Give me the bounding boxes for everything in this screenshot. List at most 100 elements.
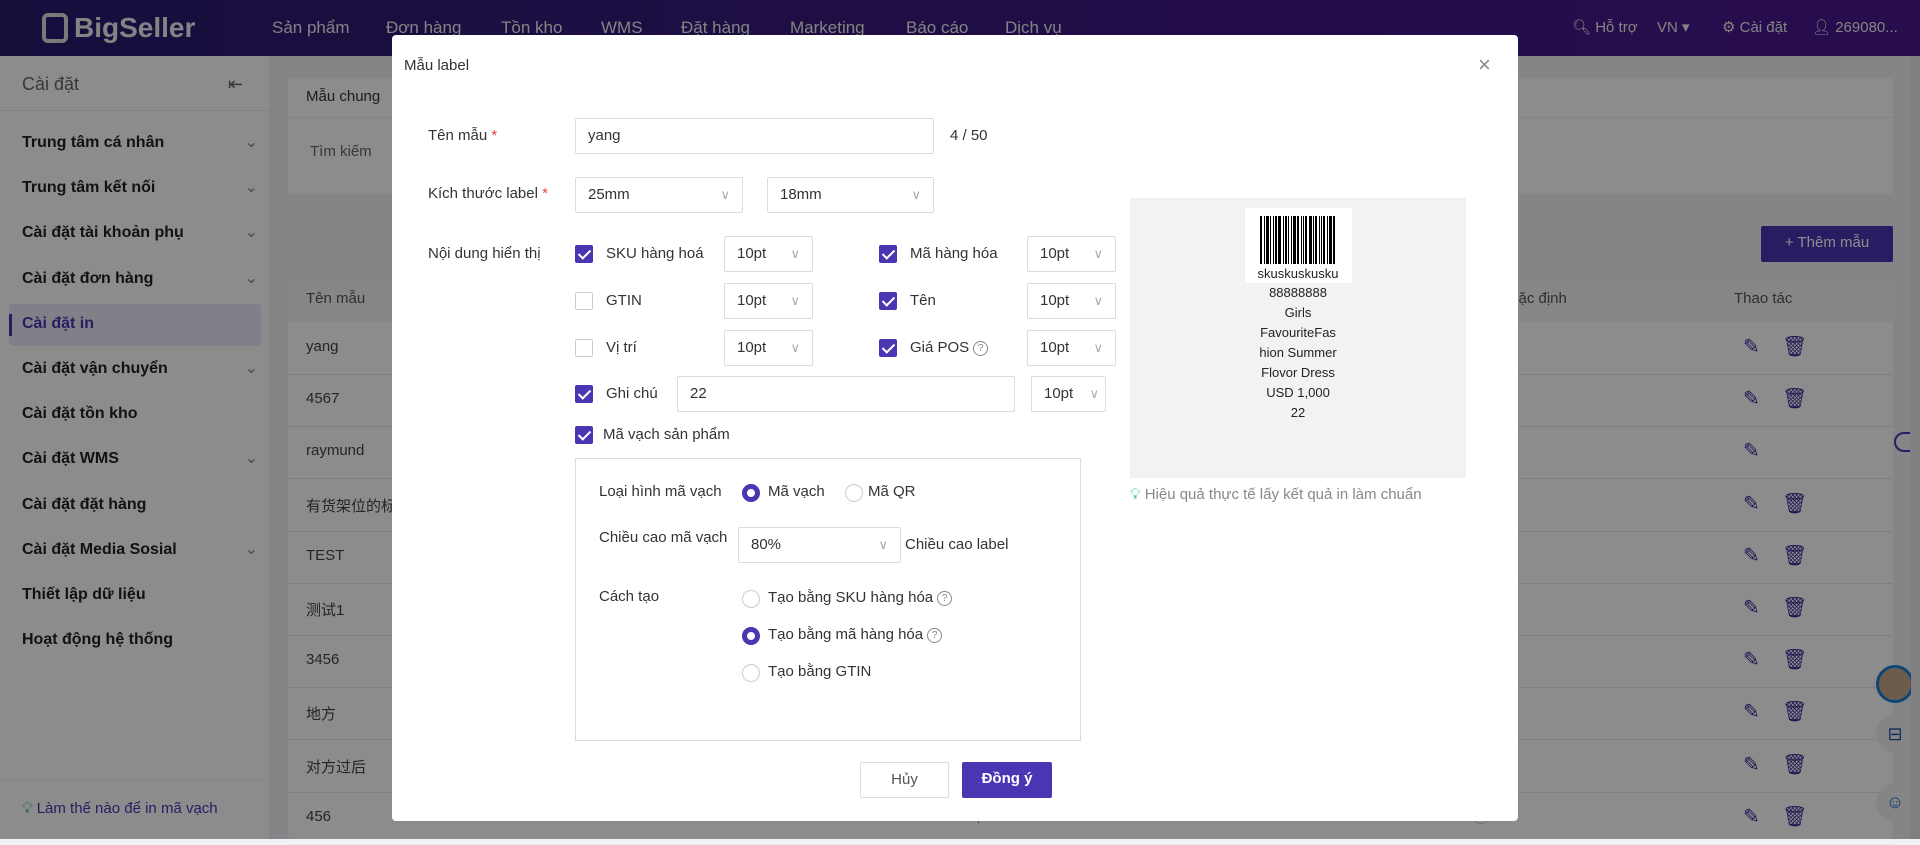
barcode-bar xyxy=(1300,216,1302,264)
field-size-select[interactable]: 10pt ∨ xyxy=(724,283,813,319)
barcode-bar xyxy=(1259,216,1262,264)
create-option-gtin[interactable]: Tạo bằng GTIN xyxy=(768,663,871,680)
field-label-text: Tên xyxy=(910,292,936,309)
create-option-sku[interactable]: Tạo bằng SKU hàng hóa? xyxy=(768,589,953,606)
create-radio-sku[interactable] xyxy=(742,590,760,608)
chevron-down-icon: ∨ xyxy=(1089,386,1099,401)
barcode-bar xyxy=(1318,216,1320,264)
barcode-bar xyxy=(1326,216,1328,264)
preview-price: USD 1,000 xyxy=(1266,385,1330,400)
name-char-count: 4 / 50 xyxy=(950,127,988,144)
field-checkbox[interactable] xyxy=(575,245,593,263)
create-radio-gtin[interactable] xyxy=(742,664,760,682)
size-label-text: Kích thước label xyxy=(428,185,538,202)
create-option-product-code[interactable]: Tạo bằng mã hàng hóa? xyxy=(768,626,943,643)
create-option-sku-text: Tạo bằng SKU hàng hóa xyxy=(768,589,934,606)
preview-hint-text: Hiệu quả thực tế lấy kết quả in làm chuẩ… xyxy=(1144,486,1422,503)
help-icon[interactable]: ? xyxy=(973,341,989,356)
barcode-height-value: 80% xyxy=(751,536,782,553)
barcode-type-radio-barcode[interactable] xyxy=(742,484,760,502)
barcode-bar xyxy=(1284,216,1287,264)
field-size-select[interactable]: 10pt ∨ xyxy=(724,330,813,366)
barcode-bar xyxy=(1263,216,1265,264)
field-size-select[interactable]: 10pt ∨ xyxy=(724,236,813,272)
barcode-bar xyxy=(1302,216,1304,264)
barcode-height-suffix: Chiều cao label xyxy=(905,536,1009,553)
barcode-bar xyxy=(1320,216,1322,264)
dialog-title: Mẫu label xyxy=(404,57,470,74)
note-input[interactable]: 22 xyxy=(677,376,1015,412)
field-checkbox[interactable] xyxy=(879,292,897,310)
field-size-value: 10pt xyxy=(737,292,767,309)
barcode-type-option-barcode[interactable]: Mã vạch xyxy=(768,483,825,500)
field-size-select[interactable]: 10pt ∨ xyxy=(1027,283,1116,319)
product-barcode-checkbox[interactable] xyxy=(575,426,593,444)
barcode-bar xyxy=(1274,216,1277,264)
field-checkbox[interactable] xyxy=(575,339,593,357)
barcode-bar xyxy=(1292,216,1296,264)
barcode-type-label: Loại hình mã vạch xyxy=(599,483,722,500)
field-size-value: 10pt xyxy=(1040,292,1070,309)
chevron-down-icon: ∨ xyxy=(790,340,800,355)
preview-name-line: hion Summer xyxy=(1259,345,1337,360)
barcode-height-select[interactable]: 80% ∨ xyxy=(738,527,901,563)
barcode-bar xyxy=(1269,216,1271,264)
note-label: Ghi chú xyxy=(606,385,658,402)
create-method-label: Cách tạo xyxy=(599,588,660,605)
content-label: Nội dung hiển thị xyxy=(428,245,541,262)
field-size-select[interactable]: 10pt ∨ xyxy=(1027,236,1116,272)
barcode-bar xyxy=(1322,216,1325,264)
note-size-select[interactable]: 10pt ∨ xyxy=(1031,376,1106,412)
field-label-text: Vị trí xyxy=(606,339,637,356)
field-label: SKU hàng hoá xyxy=(606,245,704,262)
field-checkbox[interactable] xyxy=(879,245,897,263)
field-label-text: Giá POS xyxy=(910,339,970,356)
barcode-bar xyxy=(1296,216,1299,264)
create-option-code-text: Tạo bằng mã hàng hóa xyxy=(768,626,924,643)
chevron-down-icon: ∨ xyxy=(790,246,800,261)
preview-name-line: Girls xyxy=(1284,305,1312,320)
field-size-value: 10pt xyxy=(737,339,767,356)
close-icon[interactable]: × xyxy=(1478,52,1491,78)
chevron-down-icon: ∨ xyxy=(878,537,888,552)
barcode-bar xyxy=(1312,216,1314,264)
name-label: Tên mẫu * xyxy=(428,127,498,144)
field-label-text: SKU hàng hoá xyxy=(606,245,704,262)
barcode-type-option-qr[interactable]: Mã QR xyxy=(868,483,916,500)
barcode-type-radio-qr[interactable] xyxy=(845,484,863,502)
chevron-down-icon: ∨ xyxy=(720,187,730,202)
field-label: Tên xyxy=(910,292,936,309)
field-size-select[interactable]: 10pt ∨ xyxy=(1027,330,1116,366)
field-checkbox[interactable] xyxy=(879,339,897,357)
field-label: Vị trí xyxy=(606,339,637,356)
template-name-input[interactable]: yang xyxy=(575,118,934,154)
confirm-button[interactable]: Đồng ý xyxy=(962,762,1052,798)
help-icon[interactable]: ? xyxy=(927,628,943,643)
barcode-image xyxy=(1251,216,1346,264)
chevron-down-icon: ∨ xyxy=(911,187,921,202)
label-height-select[interactable]: 18mm ∨ xyxy=(767,177,934,213)
barcode-bar xyxy=(1328,216,1332,264)
help-icon[interactable]: ? xyxy=(937,591,953,606)
label-width-select[interactable]: 25mm ∨ xyxy=(575,177,743,213)
chevron-down-icon: ∨ xyxy=(1093,246,1103,261)
cancel-button[interactable]: Hủy xyxy=(860,762,949,798)
field-label-text: GTIN xyxy=(606,292,642,309)
lightbulb-icon: 💡︎ xyxy=(1130,486,1141,503)
create-radio-product-code[interactable] xyxy=(742,627,760,645)
note-checkbox[interactable] xyxy=(575,385,593,403)
barcode-bar xyxy=(1277,216,1281,264)
name-label-text: Tên mẫu xyxy=(428,127,488,144)
field-size-value: 10pt xyxy=(1040,245,1070,262)
field-checkbox[interactable] xyxy=(575,292,593,310)
field-label: Mã hàng hóa xyxy=(910,245,998,262)
barcode-bar xyxy=(1282,216,1284,264)
field-size-value: 10pt xyxy=(1040,339,1070,356)
barcode-bar xyxy=(1304,216,1307,264)
barcode-bar xyxy=(1290,216,1292,264)
barcode-bar xyxy=(1308,216,1312,264)
chevron-down-icon: ∨ xyxy=(1093,340,1103,355)
label-preview: skuskuskusku 88888888 Girls FavouriteFas… xyxy=(1130,198,1466,478)
field-label-text: Mã hàng hóa xyxy=(910,245,998,262)
preview-name-line: FavouriteFas xyxy=(1260,325,1336,340)
